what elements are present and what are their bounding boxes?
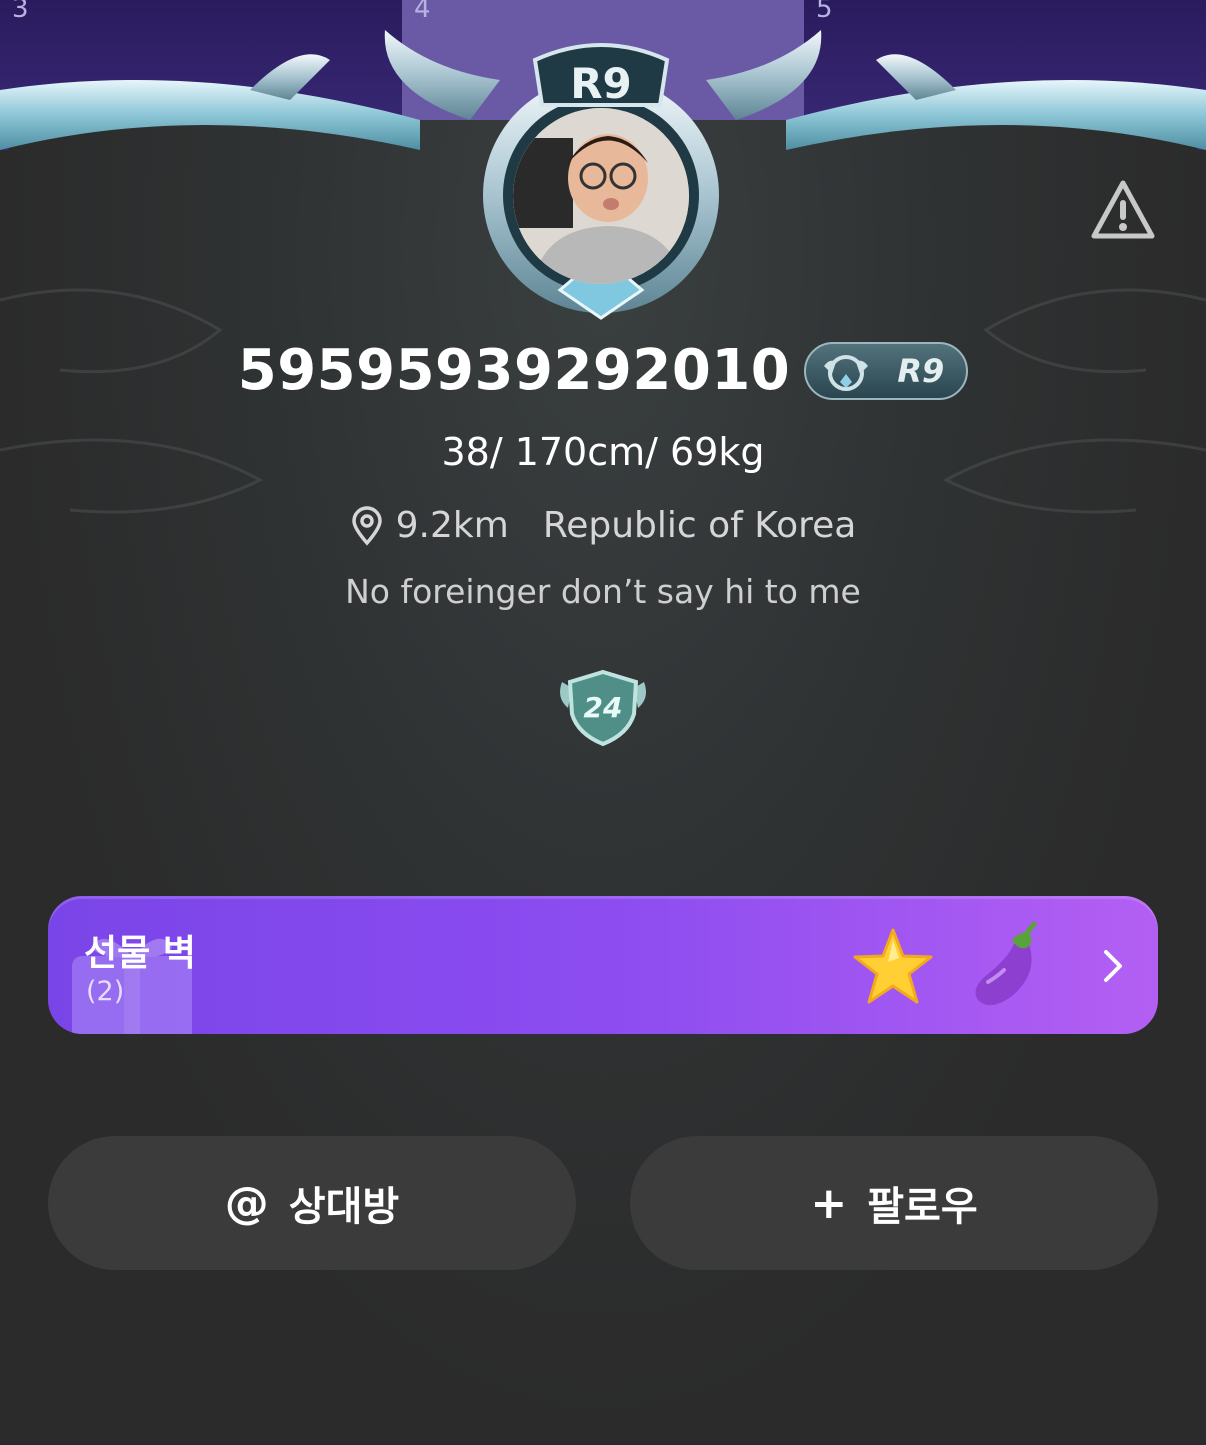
rank-badge-label: R9 bbox=[897, 351, 945, 390]
username-row: 59595939292010 R9 bbox=[0, 338, 1206, 403]
plus-icon: + bbox=[810, 1177, 848, 1229]
warning-icon[interactable] bbox=[1090, 178, 1156, 242]
bio: No foreinger don’t say hi to me bbox=[345, 572, 861, 611]
mention-button-label: 상대방 bbox=[288, 1184, 400, 1230]
level-shield-icon[interactable]: 24 bbox=[554, 668, 652, 748]
mention-button[interactable]: @ 상대방 bbox=[48, 1136, 576, 1270]
avatar-portrait bbox=[513, 108, 689, 284]
location-row: 9.2km Republic of Korea bbox=[0, 505, 1206, 546]
username: 59595939292010 bbox=[237, 338, 791, 403]
follow-button-label: 팔로우 bbox=[867, 1184, 978, 1230]
star-icon bbox=[853, 928, 933, 1004]
distance: 9.2km bbox=[395, 505, 509, 546]
level-number: 24 bbox=[584, 691, 623, 724]
follow-button[interactable]: + 팔로우 bbox=[630, 1136, 1158, 1270]
country: Republic of Korea bbox=[542, 505, 857, 546]
frame-rank-text: R9 bbox=[570, 59, 632, 108]
gift-wall-count: (2) bbox=[86, 976, 125, 1007]
rank-emblem-icon bbox=[824, 354, 869, 391]
eggplant-icon bbox=[975, 922, 1037, 1006]
gift-wall-title: 선물 벽 bbox=[84, 933, 196, 974]
at-icon: @ bbox=[224, 1177, 269, 1229]
location-pin-icon bbox=[351, 505, 382, 546]
gift-wall-banner[interactable]: 선물 벽 (2) bbox=[48, 896, 1158, 1034]
profile-stats: 38/ 170cm/ 69kg bbox=[441, 430, 765, 474]
chevron-right-icon[interactable] bbox=[1098, 946, 1128, 986]
avatar[interactable] bbox=[513, 108, 689, 284]
rank-badge[interactable]: R9 bbox=[804, 341, 969, 400]
